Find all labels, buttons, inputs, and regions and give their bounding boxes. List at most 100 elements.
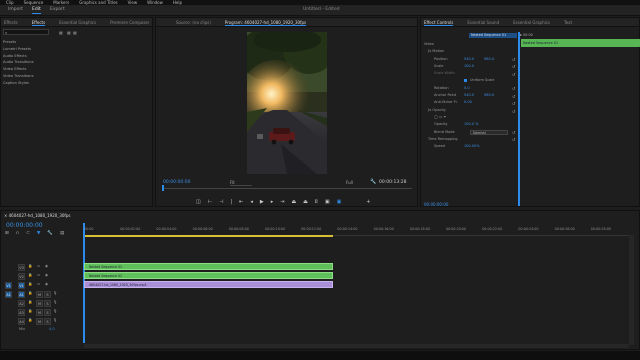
ec-value[interactable]: 0.00 [464, 99, 472, 106]
solo-button[interactable]: S [44, 318, 51, 325]
blend-mode-select[interactable]: Normal [470, 129, 508, 135]
pen-mask-icon[interactable]: ✒ [443, 115, 446, 119]
fit-select[interactable]: Fit [230, 180, 252, 186]
play-icon[interactable]: ▶ [260, 199, 264, 206]
ec-bottom-timecode[interactable]: 00:00:00:00 [424, 202, 448, 207]
timeline-hscrollbar[interactable] [84, 344, 629, 348]
clear-icon[interactable]: | [230, 199, 232, 206]
clip-v1[interactable]: Nested Sequence 01 [84, 272, 333, 279]
track-a4-label[interactable]: A4 [18, 318, 25, 325]
tab-source[interactable]: Source: (no clips) [176, 18, 211, 26]
eye-icon[interactable]: ◉ [45, 264, 48, 268]
rect-mask-icon[interactable]: ▭ [439, 115, 442, 119]
tab-essential-graphics[interactable]: Essential Graphics [59, 18, 96, 26]
tree-item-caption-styles[interactable]: Caption Styles [2, 80, 34, 87]
tab-program[interactable]: Program: 4604027-hd_1080_1920_30fps [224, 18, 307, 26]
tab-text[interactable]: Text [564, 18, 572, 26]
video-frame[interactable] [247, 32, 327, 174]
step-forward-icon[interactable]: ▸ [271, 199, 274, 206]
extract-icon[interactable]: ⏏ [303, 199, 308, 206]
solo-button[interactable]: S [44, 291, 51, 298]
tree-item-lumetri-presets[interactable]: Lumetri Presets [2, 46, 34, 53]
tree-item-audio-effects[interactable]: Audio Effects [2, 53, 34, 60]
ec-value[interactable]: 960.0 [484, 92, 494, 99]
captions-icon[interactable]: ▤ [60, 231, 64, 237]
reset-icon[interactable]: ↺ [512, 86, 515, 91]
wrench-icon[interactable]: 🔧 [47, 231, 53, 237]
reset-icon[interactable]: ↺ [512, 109, 515, 114]
sync-lock-icon[interactable]: ▭ [37, 282, 40, 286]
uniform-scale-checkbox[interactable] [464, 79, 467, 83]
reset-icon[interactable]: ↺ [512, 101, 515, 106]
work-area-bar[interactable] [84, 235, 333, 237]
add-button-icon[interactable]: + [366, 199, 370, 206]
lock-icon[interactable]: 🔒 [28, 309, 32, 313]
ec-playhead[interactable] [518, 32, 520, 206]
clip-a1[interactable]: 4604027-hd_1080_1920_30fps.mp4 [84, 281, 333, 288]
tab-effects-1[interactable]: Effects [4, 18, 18, 26]
mix-value[interactable]: 0.0 [49, 327, 55, 331]
mic-icon[interactable]: 🎙 [53, 309, 57, 313]
go-to-out-icon[interactable]: ⇥ [280, 199, 284, 206]
source-patch-v1[interactable]: V1 [5, 282, 12, 289]
lock-icon[interactable]: 🔒 [28, 291, 32, 295]
ellipse-mask-icon[interactable]: ◯ [434, 115, 438, 119]
ec-value[interactable]: 960.0 [484, 56, 494, 63]
sync-lock-icon[interactable]: ▭ [37, 264, 40, 268]
lift-icon[interactable]: ⏏ [291, 199, 296, 206]
track-v1-label[interactable]: V1 [18, 282, 25, 289]
tab-edit[interactable]: Edit [32, 7, 41, 14]
tab-export[interactable]: Export [50, 7, 65, 12]
wrench-icon[interactable]: 🔧 [370, 179, 376, 185]
tree-item-video-effects[interactable]: Video Effects [2, 66, 34, 73]
lock-icon[interactable]: 🔒 [28, 282, 32, 286]
track-v3-label[interactable]: V3 [18, 264, 25, 271]
solo-button[interactable]: S [44, 300, 51, 307]
lock-icon[interactable]: 🔒 [28, 273, 32, 277]
nest-icon[interactable]: ⊞ [5, 231, 9, 237]
tree-item-video-transitions[interactable]: Video Transitions [2, 73, 34, 80]
tree-item-audio-transitions[interactable]: Audio Transitions [2, 59, 34, 66]
sync-lock-icon[interactable]: ▭ [37, 273, 40, 277]
tab-essential-graphics-right[interactable]: Essential Graphics [513, 18, 550, 26]
export-frame-icon[interactable]: ⌷ [315, 199, 318, 206]
ec-clip-bar[interactable]: Nested Sequence 01 [521, 39, 640, 47]
step-back-icon[interactable]: ◂ [250, 199, 253, 206]
reset-icon[interactable]: ↺ [512, 137, 515, 142]
vr-icon[interactable]: ▣ [337, 199, 342, 206]
timeline-scrollbar[interactable] [629, 235, 634, 345]
mic-icon[interactable]: 🎙 [53, 300, 57, 304]
snap-icon[interactable]: ∩ [16, 231, 19, 237]
timeline-tab[interactable]: × 4604027-hd_1080_1920_30fps [4, 213, 70, 218]
reset-icon[interactable]: ↺ [512, 57, 515, 62]
yuv-effects-icon[interactable]: ▦ [73, 30, 77, 35]
track-a3-label[interactable]: A3 [18, 309, 25, 316]
program-scrubber[interactable] [162, 188, 412, 189]
quality-select[interactable]: Full [346, 180, 353, 185]
ec-value[interactable]: 100.0 [464, 63, 474, 70]
ec-value[interactable]: 100.00% [464, 143, 480, 150]
lock-icon[interactable]: 🔒 [28, 300, 32, 304]
add-marker-icon[interactable]: ◫ [196, 199, 201, 206]
effects-search-input[interactable]: ⌕ [3, 29, 49, 35]
mark-out-icon[interactable]: ⊣ [219, 199, 223, 206]
ec-value[interactable]: 540.0 [464, 92, 474, 99]
mute-button[interactable]: M [36, 291, 43, 298]
mic-icon[interactable]: 🎙 [53, 318, 57, 322]
mute-button[interactable]: M [36, 309, 43, 316]
ec-motion-header[interactable]: ƒx Motion [424, 48, 518, 55]
ec-toggle-icon[interactable]: ▸ [520, 32, 522, 37]
go-to-in-icon[interactable]: ⇤ [239, 199, 243, 206]
tab-effects[interactable]: Effects [31, 18, 46, 26]
tree-item-presets[interactable]: Presets [2, 39, 34, 46]
track-a2-label[interactable]: A2 [18, 300, 25, 307]
comparison-view-icon[interactable]: ▣ [325, 199, 330, 206]
timeline-timecode[interactable]: 00:00:00:00 [6, 222, 43, 229]
tab-effect-controls[interactable]: Effect Controls [424, 18, 454, 26]
ec-value[interactable]: 100.0 % [464, 121, 478, 128]
tab-import[interactable]: Import [8, 7, 23, 12]
eye-icon[interactable]: ◉ [45, 273, 48, 277]
source-patch-a1[interactable]: A1 [5, 291, 12, 298]
reset-icon[interactable]: ↺ [512, 94, 515, 99]
new-bin-icon[interactable]: ▦ [59, 30, 63, 35]
